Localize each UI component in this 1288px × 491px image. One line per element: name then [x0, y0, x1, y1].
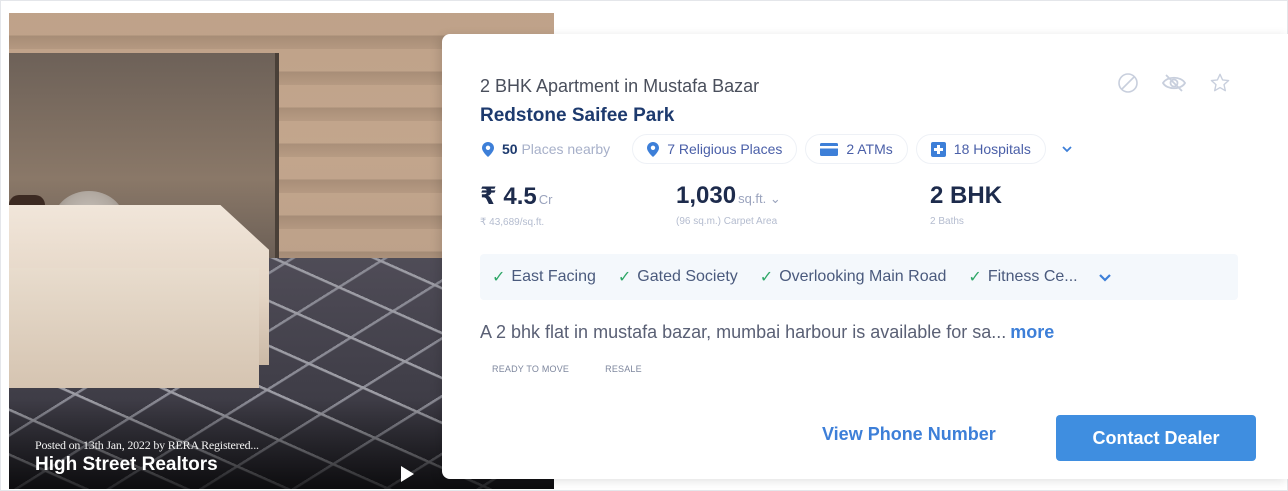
price-per-sqft: ₹ 43,689/sq.ft.	[480, 217, 545, 228]
amenity-item: ✓ Overlooking Main Road	[760, 267, 947, 287]
religious-places-label: 7 Religious Places	[667, 141, 783, 157]
amenity-label: East Facing	[511, 268, 596, 285]
hospital-icon	[930, 141, 946, 157]
price-value: ₹ 4.5	[480, 183, 537, 210]
status-tag: RESALE	[593, 359, 656, 379]
area-value: 1,030	[676, 182, 737, 209]
nearby-places-bar: 50 Places nearby 7 Religious Places 2 AT…	[480, 134, 1080, 164]
religious-places-chip[interactable]: 7 Religious Places	[632, 134, 798, 164]
check-icon: ✓	[759, 269, 774, 286]
hide-icon[interactable]	[1160, 69, 1188, 97]
property-listing-card[interactable]: Posted on 13th Jan, 2022 by RERA Registe…	[0, 0, 1288, 491]
description-text: A 2 bhk flat in mustafa bazar, mumbai ha…	[480, 322, 1007, 342]
check-icon: ✓	[492, 269, 506, 286]
atms-chip[interactable]: 2 ATMs	[805, 134, 908, 164]
listing-details: 2 BHK Apartment in Mustafa Bazar Redston…	[442, 34, 1288, 479]
chevron-down-icon[interactable]	[1054, 136, 1080, 162]
property-subtitle[interactable]: 2 BHK Apartment in Mustafa Bazar	[480, 76, 759, 97]
area-stat[interactable]: 1,030 sq.ft. ⌄ (96 sq.m.) Carpet Area	[676, 182, 781, 227]
check-icon: ✓	[968, 269, 982, 286]
places-label: Places nearby	[521, 141, 611, 157]
posted-info: Posted on 13th Jan, 2022 by RERA Registe…	[35, 438, 259, 452]
location-pin-icon	[647, 141, 660, 157]
atm-card-icon	[820, 142, 839, 156]
baths-count: 2 Baths	[930, 216, 964, 227]
amenity-label: Overlooking Main Road	[779, 268, 947, 285]
config-stat: 2 BHK 2 Baths	[930, 182, 1002, 227]
key-stats: ₹ 4.5 Cr ₹ 43,689/sq.ft. 1,030 sq.ft. ⌄ (9…	[480, 182, 1040, 232]
view-phone-number-button[interactable]: View Phone Number	[822, 424, 996, 445]
hospitals-chip[interactable]: 18 Hospitals	[915, 134, 1046, 164]
status-tag: READY TO MOVE	[480, 359, 584, 379]
dealer-name[interactable]: High Street Realtors	[35, 454, 218, 476]
location-pin-icon	[482, 141, 494, 157]
contact-dealer-button[interactable]: Contact Dealer	[1056, 415, 1256, 461]
amenity-item: ✓ Gated Society	[618, 267, 738, 287]
photo-desk-front	[9, 268, 259, 388]
play-icon[interactable]	[401, 466, 414, 482]
more-link[interactable]: more	[1010, 322, 1054, 342]
status-tags: READY TO MOVE RESALE	[480, 359, 656, 379]
area-unit-toggle[interactable]: sq.ft. ⌄	[738, 191, 781, 206]
property-description: A 2 bhk flat in mustafa bazar, mumbai ha…	[480, 322, 1054, 343]
project-title[interactable]: Redstone Saifee Park	[480, 105, 674, 127]
check-icon: ✓	[617, 269, 632, 286]
hospitals-label: 18 Hospitals	[953, 141, 1031, 157]
star-icon[interactable]	[1206, 69, 1234, 97]
bhk-value: 2 BHK	[930, 182, 1003, 209]
amenity-label: Gated Society	[637, 268, 738, 285]
price-stat: ₹ 4.5 Cr ₹ 43,689/sq.ft.	[480, 182, 552, 228]
amenity-label: Fitness Ce...	[987, 268, 1078, 285]
amenity-item: ✓ East Facing	[492, 267, 596, 287]
amenity-item: ✓ Fitness Ce...	[968, 267, 1077, 287]
atms-label: 2 ATMs	[846, 141, 893, 157]
places-count: 50	[502, 141, 518, 157]
price-unit: Cr	[538, 192, 553, 207]
block-icon[interactable]	[1114, 69, 1142, 97]
listing-actions	[1114, 69, 1234, 97]
places-nearby-chip[interactable]: 50 Places nearby	[480, 134, 624, 164]
chevron-down-icon[interactable]	[1092, 264, 1118, 290]
amenities-bar: ✓ East Facing ✓ Gated Society ✓ Overlooking…	[480, 254, 1238, 300]
carpet-area: (96 sq.m.) Carpet Area	[676, 216, 778, 227]
